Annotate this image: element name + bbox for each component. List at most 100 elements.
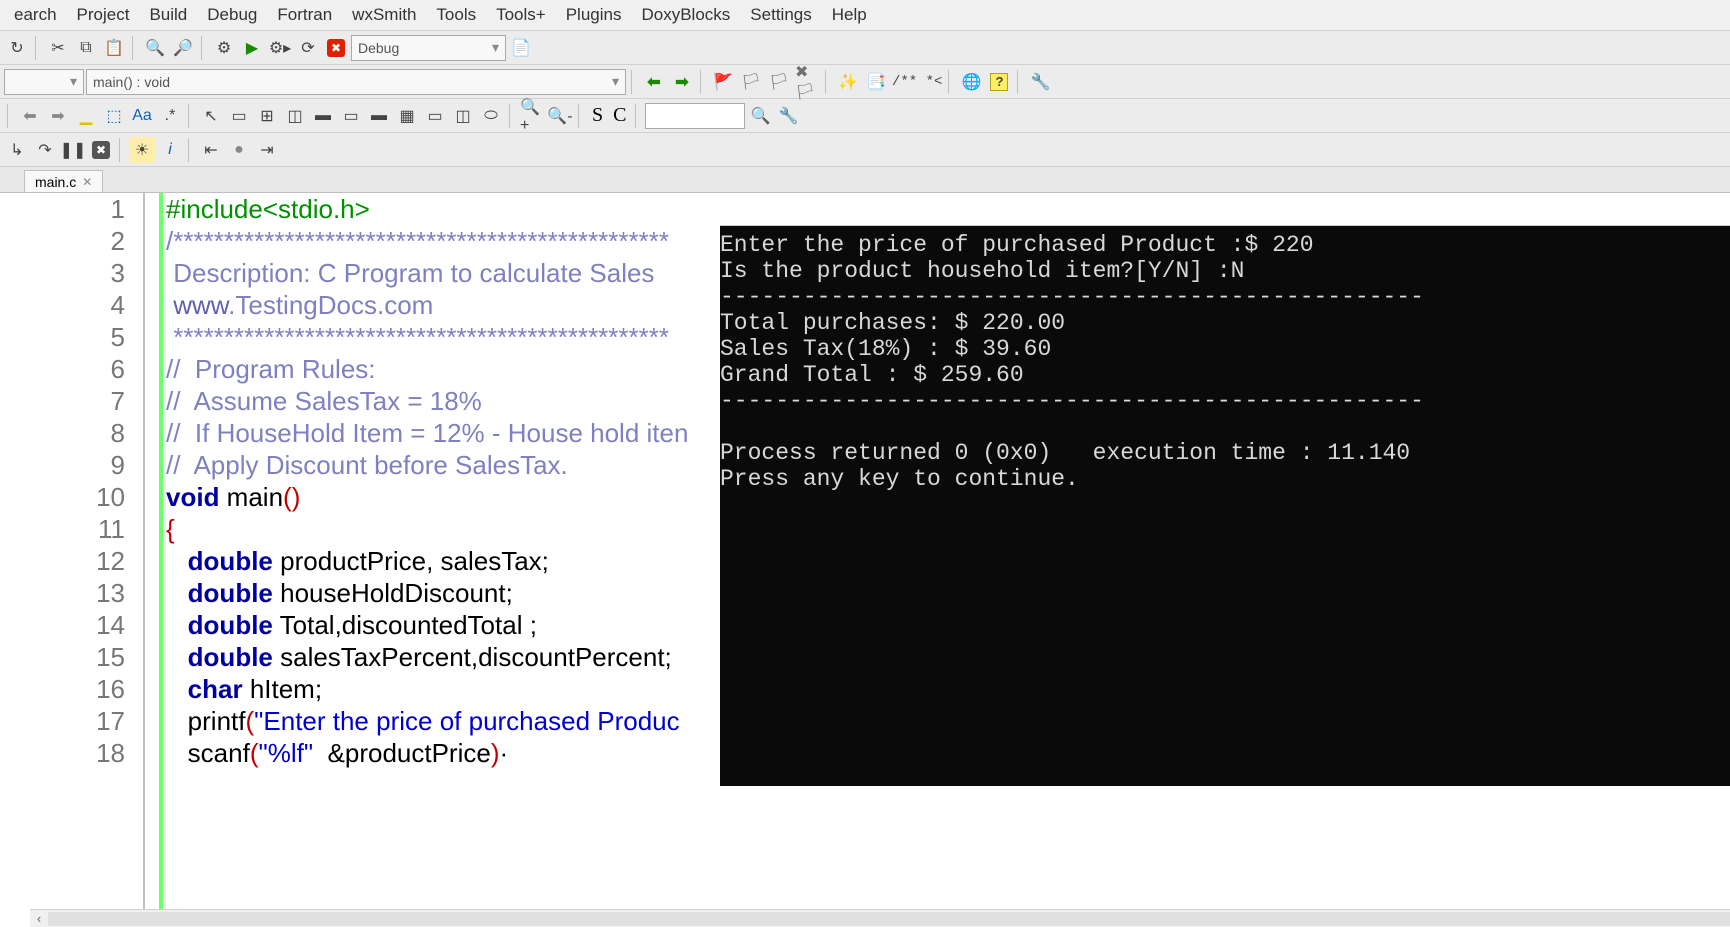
layout4-icon[interactable]: ▬ <box>310 103 336 129</box>
line-number-gutter: 123456789101112131415161718 <box>0 193 145 927</box>
debug-cursor-back-icon[interactable]: ⇤ <box>198 137 224 163</box>
toolbar-row-4: ↳ ↷ ❚❚ ✖ ☀ i ⇤ ● ⇥ <box>0 133 1730 167</box>
run-icon[interactable]: ▶ <box>239 35 265 61</box>
line-number: 15 <box>0 641 143 673</box>
menu-plugins[interactable]: Plugins <box>556 2 632 28</box>
find-icon[interactable]: 🔍 <box>142 35 168 61</box>
redo-icon[interactable]: ↻ <box>4 35 30 61</box>
tab-label: main.c <box>35 174 76 190</box>
search-go-icon[interactable]: 🔍 <box>747 103 773 129</box>
cut-icon[interactable]: ✂ <box>45 35 71 61</box>
line-number: 1 <box>0 193 143 225</box>
menu-project[interactable]: Project <box>67 2 140 28</box>
menu-help[interactable]: Help <box>822 2 877 28</box>
bookmark-toggle-icon[interactable]: 🚩 <box>710 69 736 95</box>
menubar: earch Project Build Debug Fortran wxSmit… <box>0 0 1730 31</box>
layout9-icon[interactable]: ◫ <box>450 103 476 129</box>
select-icon[interactable]: ⬚ <box>101 103 127 129</box>
line-number: 12 <box>0 545 143 577</box>
debug-info-icon[interactable]: i <box>157 137 183 163</box>
build-run-icon[interactable]: ⚙▸ <box>267 35 293 61</box>
layout1-icon[interactable]: ▭ <box>226 103 252 129</box>
line-number: 13 <box>0 577 143 609</box>
layout5-icon[interactable]: ▭ <box>338 103 364 129</box>
layout8-icon[interactable]: ▭ <box>422 103 448 129</box>
source-c-icon[interactable]: C <box>609 104 630 127</box>
highlight-icon[interactable]: ▁ <box>73 103 99 129</box>
scroll-track[interactable] <box>48 912 1730 926</box>
doxy-settings-icon[interactable]: 🔧 <box>1027 69 1053 95</box>
doxy-comment-icon[interactable]: /** *< <box>891 69 943 95</box>
editor-tabbar: main.c ✕ <box>0 167 1730 193</box>
line-number: 14 <box>0 609 143 641</box>
nav-forward-icon[interactable]: ➡ <box>669 69 695 95</box>
nav-back-icon[interactable]: ⬅ <box>641 69 667 95</box>
toolbar-row-3: ⬅ ➡ ▁ ⬚ Aa .* ↖ ▭ ⊞ ◫ ▬ ▭ ▬ ▦ ▭ ◫ ⬭ 🔍+ 🔍… <box>0 99 1730 133</box>
paste-icon[interactable]: 📋 <box>101 35 127 61</box>
layout3-icon[interactable]: ◫ <box>282 103 308 129</box>
select-tool-icon[interactable]: ↖ <box>198 103 224 129</box>
zoom-out-icon[interactable]: 🔍- <box>547 103 573 129</box>
menu-debug[interactable]: Debug <box>197 2 267 28</box>
doxy-wizard-icon[interactable]: ✨ <box>835 69 861 95</box>
source-s-icon[interactable]: S <box>588 104 607 127</box>
doxy-extract-icon[interactable]: 📑 <box>863 69 889 95</box>
bookmark-clear-icon[interactable]: ✖🏳 <box>794 69 820 95</box>
menu-wxsmith[interactable]: wxSmith <box>342 2 426 28</box>
menu-tools[interactable]: Tools <box>426 2 486 28</box>
layout7-icon[interactable]: ▦ <box>394 103 420 129</box>
rebuild-icon[interactable]: ⟳ <box>295 35 321 61</box>
copy-icon[interactable]: ⧉ <box>73 35 99 61</box>
build-icon[interactable]: ⚙ <box>211 35 237 61</box>
doxy-help-icon[interactable]: ? <box>986 69 1012 95</box>
output-console[interactable]: Enter the price of purchased Product :$ … <box>720 226 1730 786</box>
bookmark-prev-icon[interactable]: 🏳 <box>738 69 764 95</box>
fold-column: − − <box>145 193 159 927</box>
layout10-icon[interactable]: ⬭ <box>478 103 504 129</box>
debug-stop-icon[interactable]: ✖ <box>88 137 114 163</box>
debug-record-icon[interactable]: ● <box>226 137 252 163</box>
search-options-icon[interactable]: 🔧 <box>775 103 801 129</box>
console-titlebar <box>720 200 1730 226</box>
debug-step-into-icon[interactable]: ↳ <box>4 137 30 163</box>
line-number: 16 <box>0 673 143 705</box>
debug-pause-icon[interactable]: ❚❚ <box>60 137 86 163</box>
targets-icon[interactable]: 📄 <box>508 35 534 61</box>
menu-search[interactable]: earch <box>4 2 67 28</box>
debug-cursor-fwd-icon[interactable]: ⇥ <box>254 137 280 163</box>
search-input[interactable] <box>645 103 745 129</box>
doxy-html-icon[interactable]: 🌐 <box>958 69 984 95</box>
menu-fortran[interactable]: Fortran <box>267 2 342 28</box>
bookmark-next-icon[interactable]: 🏳 <box>766 69 792 95</box>
change-marker <box>159 193 163 927</box>
line-number: 4 <box>0 289 143 321</box>
abort-icon[interactable]: ✖ <box>323 35 349 61</box>
menu-build[interactable]: Build <box>139 2 197 28</box>
jump-fwd-icon[interactable]: ➡ <box>45 103 71 129</box>
debug-step-over-icon[interactable]: ↷ <box>32 137 58 163</box>
line-number: 5 <box>0 321 143 353</box>
function-dropdown[interactable]: main() : void <box>86 69 626 95</box>
layout6-icon[interactable]: ▬ <box>366 103 392 129</box>
toolbar-row-1: ↻ ✂ ⧉ 📋 🔍 🔎 ⚙ ▶ ⚙▸ ⟳ ✖ Debug 📄 <box>0 31 1730 65</box>
menu-tools-plus[interactable]: Tools+ <box>486 2 556 28</box>
tab-main-c[interactable]: main.c ✕ <box>24 170 103 192</box>
line-number: 7 <box>0 385 143 417</box>
layout2-icon[interactable]: ⊞ <box>254 103 280 129</box>
replace-icon[interactable]: 🔎 <box>170 35 196 61</box>
line-number: 6 <box>0 353 143 385</box>
jump-back-icon[interactable]: ⬅ <box>17 103 43 129</box>
horizontal-scrollbar[interactable]: ‹ <box>30 909 1730 927</box>
menu-settings[interactable]: Settings <box>740 2 821 28</box>
line-number: 8 <box>0 417 143 449</box>
zoom-in-icon[interactable]: 🔍+ <box>519 103 545 129</box>
tab-close-icon[interactable]: ✕ <box>82 175 92 189</box>
debug-windows-icon[interactable]: ☀ <box>129 137 155 163</box>
regex-icon[interactable]: .* <box>157 103 183 129</box>
build-target-dropdown[interactable]: Debug <box>351 35 506 61</box>
menu-doxyblocks[interactable]: DoxyBlocks <box>631 2 740 28</box>
scope-dropdown[interactable] <box>4 69 84 95</box>
line-number: 3 <box>0 257 143 289</box>
line-number: 17 <box>0 705 143 737</box>
match-case-icon[interactable]: Aa <box>129 103 155 129</box>
